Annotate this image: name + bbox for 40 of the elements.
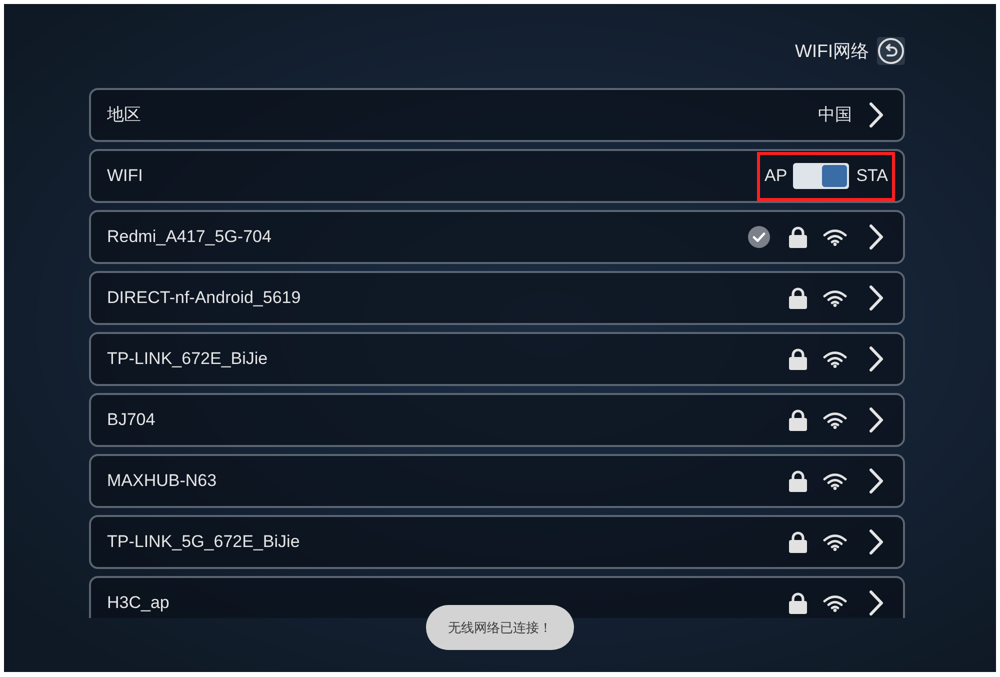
toggle-switch[interactable] — [793, 163, 850, 189]
network-name: TP-LINK_672E_BiJie — [107, 348, 269, 370]
network-row[interactable]: BJ704 — [89, 393, 905, 447]
network-name: H3C_ap — [107, 592, 170, 614]
network-name: MAXHUB-N63 — [107, 470, 218, 492]
network-name: DIRECT-nf-Android_5619 — [107, 287, 302, 310]
chevron-icon — [868, 590, 884, 616]
network-name: Redmi_A417_5G-704 — [107, 226, 272, 248]
network-name: TP-LINK_5G_672E_BiJie — [107, 531, 301, 554]
chevron-icon — [868, 468, 884, 494]
toast-message: 无线网络已连接！ — [426, 605, 574, 650]
network-row[interactable]: DIRECT-nf-Android_5619 — [89, 271, 905, 325]
network-name: BJ704 — [107, 409, 156, 432]
mode-label: AP — [764, 165, 788, 188]
wifi-signal-icon — [823, 350, 847, 368]
wifi-signal-icon — [823, 412, 847, 428]
wifi-signal-icon — [823, 594, 847, 612]
network-row[interactable]: MAXHUB-N63 — [89, 454, 905, 508]
network-row[interactable]: H3C_ap — [89, 576, 905, 618]
settings-row[interactable]: WIFI AP STA — [89, 149, 905, 203]
setting-label: 地区 — [107, 104, 142, 126]
chevron-icon — [868, 346, 884, 372]
setting-label: WIFI — [107, 165, 144, 188]
page-title: WIFI网络 — [795, 40, 869, 63]
network-row[interactable]: Redmi_A417_5G-704 — [89, 210, 905, 264]
chevron-icon — [868, 224, 884, 250]
wifi-signal-icon — [823, 228, 847, 246]
back-icon[interactable] — [877, 37, 905, 65]
chevron-icon — [868, 529, 884, 555]
wifi-signal-icon — [823, 290, 847, 306]
network-row[interactable]: TP-LINK_5G_672E_BiJie — [89, 515, 905, 569]
wifi-signal-icon — [823, 534, 847, 550]
network-row[interactable]: TP-LINK_672E_BiJie — [89, 332, 905, 386]
setting-value: 中国 — [818, 104, 852, 126]
chevron-icon — [868, 407, 884, 433]
settings-row[interactable]: 地区 中国 — [89, 88, 905, 142]
chevron-icon — [868, 102, 884, 128]
wifi-signal-icon — [823, 472, 847, 490]
chevron-icon — [868, 285, 884, 311]
mode-label: STA — [856, 165, 888, 188]
